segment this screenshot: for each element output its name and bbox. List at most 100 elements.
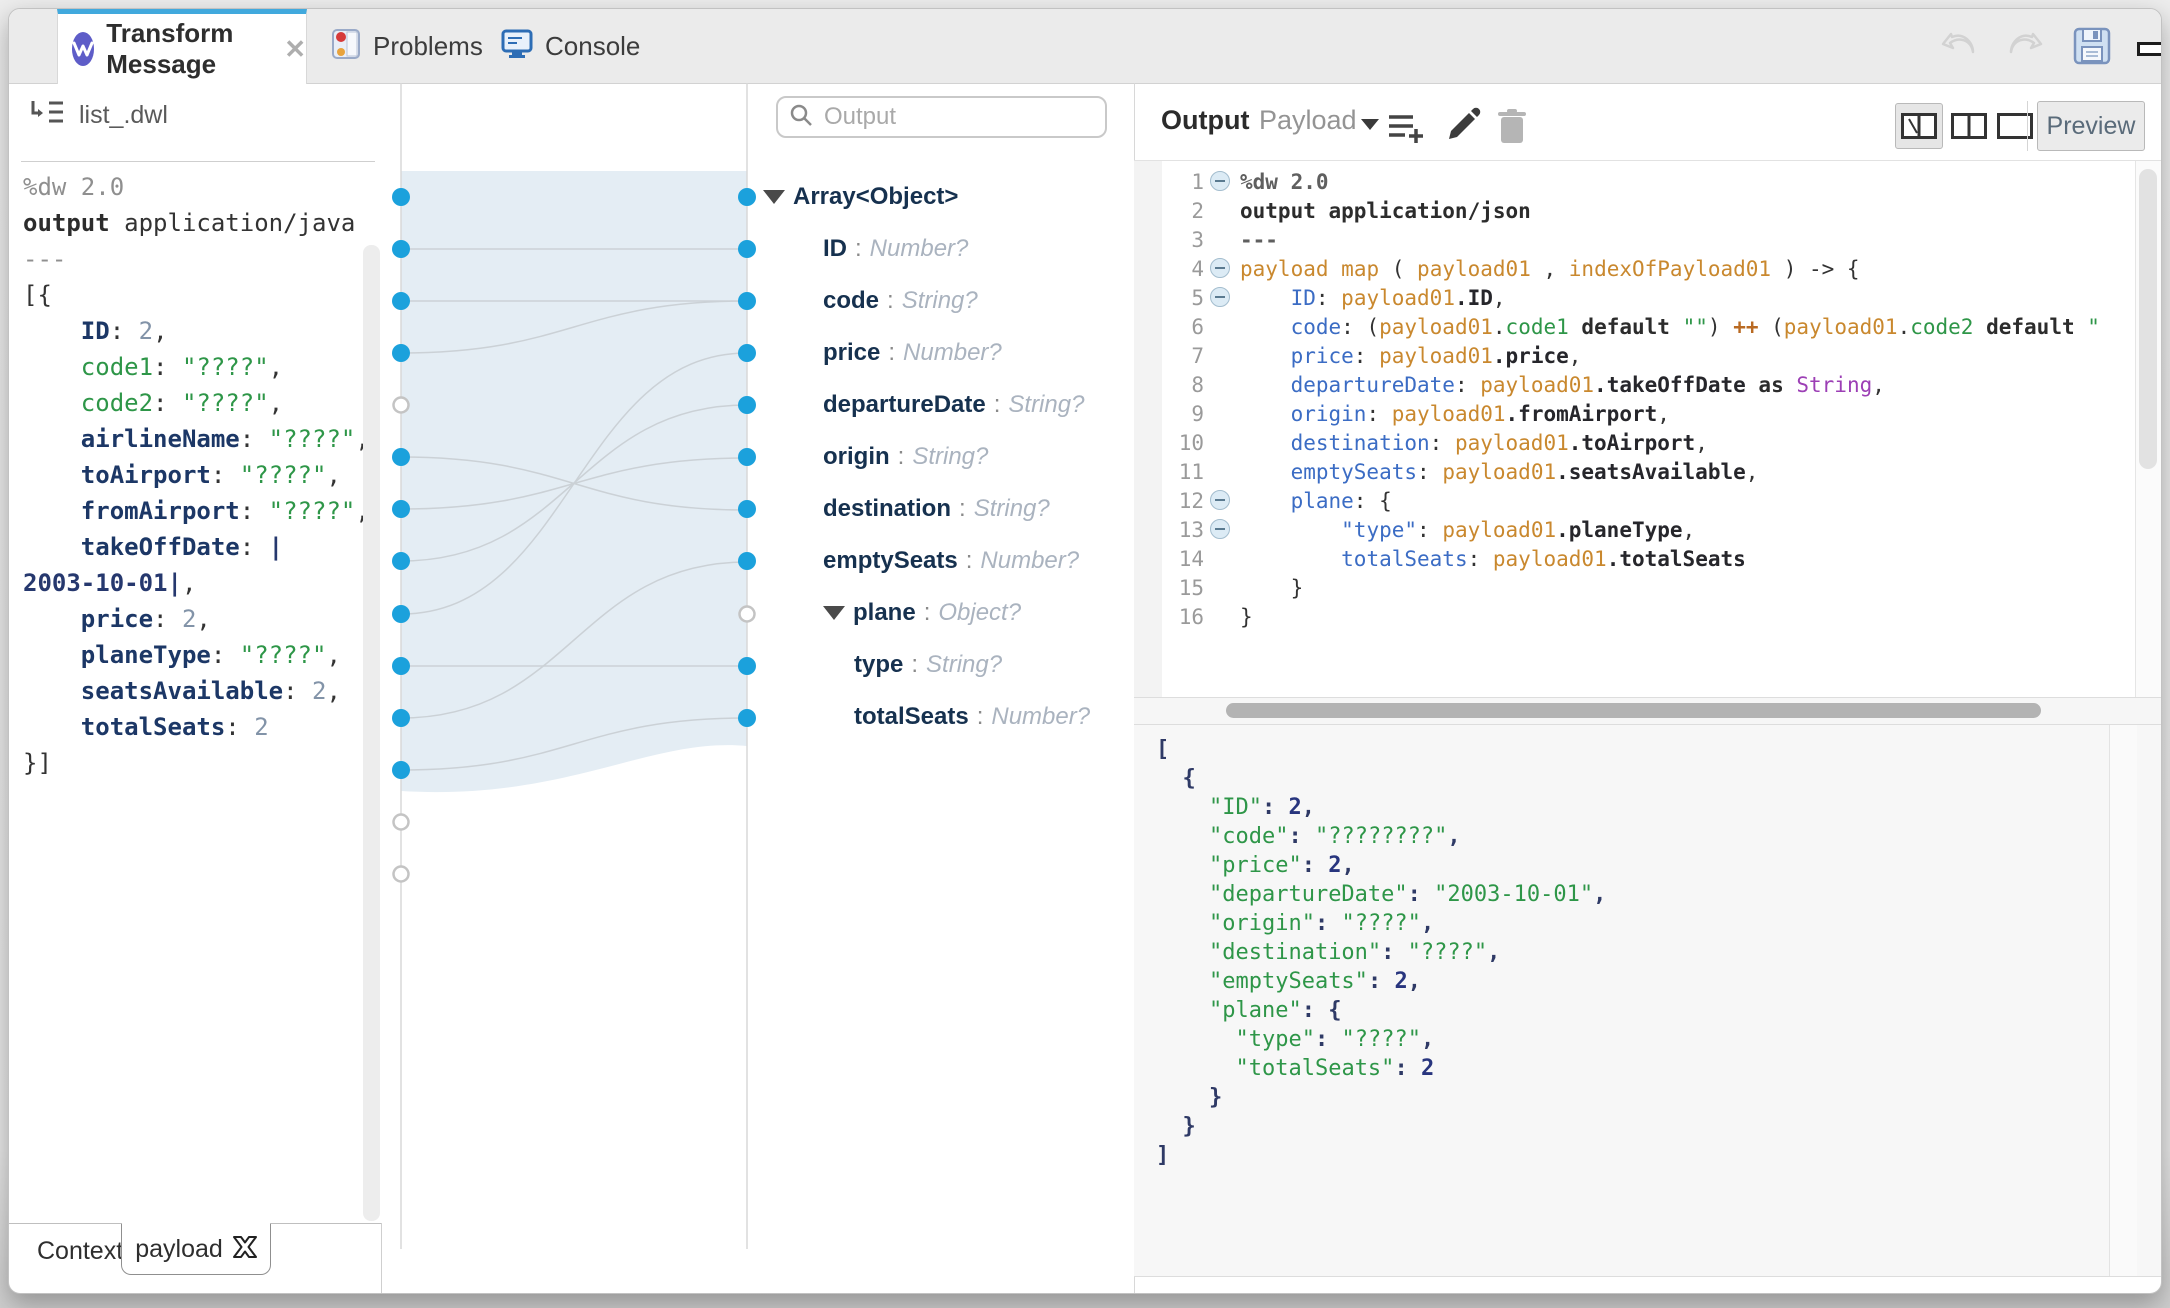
input-port[interactable] (392, 500, 410, 518)
expander-triangle-icon[interactable] (763, 190, 785, 204)
fold-minus-icon[interactable] (1210, 287, 1230, 307)
field-type: String? (974, 495, 1050, 523)
view-split-button[interactable] (1947, 103, 1991, 149)
input-port[interactable] (392, 448, 410, 466)
field-colon: : (911, 651, 918, 679)
tree-view-icon[interactable] (29, 97, 65, 134)
mapping-canvas[interactable] (361, 83, 781, 1263)
editor-vscrollbar-thumb[interactable] (2139, 169, 2157, 469)
tab-payload[interactable]: payload (121, 1223, 271, 1275)
line-number: 4 (1134, 257, 1204, 281)
editor-line[interactable]: 6 code: (payload01.code1 default "") ++ … (1134, 312, 2100, 341)
fold-minus-icon[interactable] (1210, 171, 1230, 191)
tab-console[interactable]: Console (501, 9, 640, 83)
editor-line[interactable]: 5 ID: payload01.ID, (1134, 283, 2100, 312)
field-type: String? (902, 287, 978, 315)
field-type: Number? (980, 547, 1079, 575)
tree-row-price[interactable]: price:Number? (747, 327, 1137, 379)
expander-triangle-icon[interactable] (823, 606, 845, 620)
line-number: 3 (1134, 228, 1204, 252)
line-number: 14 (1134, 547, 1204, 571)
editor-hscrollbar-thumb[interactable] (1226, 703, 2041, 718)
input-port[interactable] (392, 761, 410, 779)
input-code-line: planeType: "????", (23, 637, 370, 673)
tree-row-emptyseats[interactable]: emptySeats:Number? (747, 535, 1137, 587)
tree-row-array-object-[interactable]: Array<Object> (747, 171, 1137, 223)
input-code-editor[interactable]: %dw 2.0output application/java---[{ ID: … (23, 169, 370, 781)
editor-line[interactable]: 9 origin: payload01.fromAirport, (1134, 399, 2100, 428)
input-code-line: ID: 2, (23, 313, 370, 349)
input-port[interactable] (392, 709, 410, 727)
window-chrome (1937, 27, 2162, 70)
editor-line[interactable]: 10 destination: payload01.toAirport, (1134, 428, 2100, 457)
line-number: 13 (1134, 518, 1204, 542)
preview-vscrollbar[interactable] (2109, 725, 2137, 1276)
output-label: Output (1161, 105, 1249, 136)
input-port[interactable] (392, 552, 410, 570)
tree-row-totalseats[interactable]: totalSeats:Number? (747, 691, 1137, 743)
line-number: 7 (1134, 344, 1204, 368)
view-single-button[interactable] (1993, 103, 2037, 149)
input-port[interactable] (394, 398, 409, 413)
line-number: 5 (1134, 286, 1204, 310)
input-code-line: }] (23, 745, 370, 781)
tree-row-code[interactable]: code:String? (747, 275, 1137, 327)
editor-line[interactable]: 15 } (1134, 573, 2100, 602)
editor-line[interactable]: 1%dw 2.0 (1134, 167, 2100, 196)
tree-row-origin[interactable]: origin:String? (747, 431, 1137, 483)
editor-line[interactable]: 11 emptySeats: payload01.seatsAvailable, (1134, 457, 2100, 486)
input-port[interactable] (392, 344, 410, 362)
tab-transform-message[interactable]: Transform Message ✕ (57, 9, 307, 84)
preview-json-line: ] (1156, 1141, 1606, 1170)
editor-line[interactable]: 14 totalSeats: payload01.totalSeats (1134, 544, 2100, 573)
editor-line[interactable]: 4payload map ( payload01 , indexOfPayloa… (1134, 254, 2100, 283)
redo-icon[interactable] (2005, 28, 2047, 69)
dataweave-editor[interactable]: 1%dw 2.02output application/json3---4pay… (1134, 167, 2100, 631)
input-port[interactable] (392, 188, 410, 206)
tab-context[interactable]: Context (37, 1237, 123, 1266)
line-number: 10 (1134, 431, 1204, 455)
tree-row-departuredate[interactable]: departureDate:String? (747, 379, 1137, 431)
editor-line[interactable]: 13 "type": payload01.planeType, (1134, 515, 2100, 544)
chevron-down-icon[interactable] (1361, 119, 1379, 130)
fold-minus-icon[interactable] (1210, 490, 1230, 510)
tab-problems[interactable]: Problems (331, 9, 483, 83)
editor-line[interactable]: 7 price: payload01.price, (1134, 341, 2100, 370)
editor-line[interactable]: 8 departureDate: payload01.takeOffDate a… (1134, 370, 2100, 399)
minimize-icon[interactable] (2137, 42, 2162, 56)
input-port[interactable] (392, 240, 410, 258)
close-icon[interactable]: ✕ (284, 34, 306, 65)
input-port[interactable] (392, 292, 410, 310)
add-target-icon[interactable] (1387, 109, 1427, 150)
output-search-box[interactable]: Output (776, 96, 1107, 138)
editor-line[interactable]: 2output application/json (1134, 196, 2100, 225)
preview-json-line: "departureDate": "2003-10-01", (1156, 880, 1606, 909)
input-port[interactable] (392, 657, 410, 675)
fold-minus-icon[interactable] (1210, 519, 1230, 539)
output-tree: Array<Object>ID:Number?code:String?price… (747, 171, 1137, 743)
input-port[interactable] (394, 867, 409, 882)
editor-line[interactable]: 16} (1134, 602, 2100, 631)
payload-selector[interactable]: Payload (1259, 105, 1357, 136)
field-name: origin (823, 443, 890, 471)
save-icon[interactable] (2073, 27, 2111, 70)
preview-button[interactable]: Preview (2037, 101, 2145, 151)
line-number: 15 (1134, 576, 1204, 600)
view-graphical-button[interactable] (1895, 103, 1943, 149)
fold-minus-icon[interactable] (1210, 258, 1230, 278)
input-port[interactable] (394, 815, 409, 830)
tree-row-id[interactable]: ID:Number? (747, 223, 1137, 275)
tree-row-destination[interactable]: destination:String? (747, 483, 1137, 535)
line-number: 2 (1134, 199, 1204, 223)
editor-line[interactable]: 3--- (1134, 225, 2100, 254)
delete-trash-icon[interactable] (1495, 107, 1529, 150)
tab-transform-message-label: Transform Message (106, 18, 266, 80)
input-port[interactable] (392, 605, 410, 623)
tree-row-type[interactable]: type:String? (747, 639, 1137, 691)
tree-row-plane[interactable]: plane:Object? (747, 587, 1137, 639)
undo-icon[interactable] (1937, 28, 1979, 69)
edit-pencil-icon[interactable] (1443, 107, 1481, 150)
input-code-line: output application/java (23, 205, 370, 241)
editor-line[interactable]: 12 plane: { (1134, 486, 2100, 515)
problems-icon (331, 28, 361, 65)
